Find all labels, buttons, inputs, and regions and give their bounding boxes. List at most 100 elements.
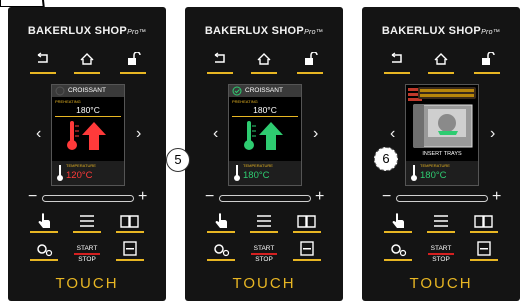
save-icon [123, 241, 137, 256]
manual-mode-button[interactable] [207, 211, 235, 233]
back-icon [391, 52, 402, 63]
manual-mode-button[interactable] [30, 211, 58, 233]
menu-button[interactable] [73, 211, 101, 233]
save-icon [477, 241, 491, 256]
menu-icon [434, 215, 448, 227]
temperature-label: TEMPERATURE [243, 163, 273, 168]
back-button[interactable] [384, 52, 410, 74]
next-arrow[interactable]: › [490, 125, 495, 143]
unlock-button[interactable] [297, 52, 323, 74]
check-icon [232, 86, 242, 96]
prev-arrow[interactable]: ‹ [36, 125, 41, 143]
oven-panel-2: BAKERLUX SHOPPro™ ‹ › CROISSANT PREHEATI… [185, 7, 343, 301]
menu-icon [80, 215, 94, 227]
plus-button[interactable]: + [138, 189, 147, 205]
temp-slider[interactable] [219, 195, 311, 202]
home-button[interactable] [74, 52, 100, 74]
home-icon [434, 53, 448, 65]
save-button[interactable] [470, 239, 498, 261]
book-icon [297, 215, 316, 228]
callout-box [0, 0, 44, 7]
plus-button[interactable]: + [492, 189, 501, 205]
book-icon [474, 215, 493, 228]
plus-button[interactable]: + [315, 189, 324, 205]
brand-logo: BAKERLUX SHOPPro™ [204, 25, 324, 37]
minus-button[interactable]: − [28, 189, 37, 205]
minus-button[interactable]: − [382, 189, 391, 205]
prev-arrow[interactable]: ‹ [213, 125, 218, 143]
up-arrow-icon [259, 122, 283, 150]
start-label: START [253, 245, 275, 252]
small-thermometer-icon [57, 165, 63, 181]
touch-logo: TOUCH [409, 275, 473, 292]
settings-button[interactable] [30, 239, 58, 261]
small-thermometer-icon [234, 165, 240, 181]
save-button[interactable] [293, 239, 321, 261]
display-screen: INSERT TRAYS TEMPERATURE 180°C [405, 84, 479, 186]
start-stop-button[interactable]: START STOP [426, 245, 456, 263]
brand-logo: BAKERLUX SHOPPro™ [27, 25, 147, 37]
brand-logo: BAKERLUX SHOPPro™ [381, 25, 501, 37]
temp-slider[interactable] [42, 195, 134, 202]
current-temperature: 180°C [243, 170, 270, 181]
settings-button[interactable] [207, 239, 235, 261]
back-button[interactable] [207, 52, 233, 74]
display-screen: CROISSANT PREHEATING 180°C TEMPERATURE 1… [228, 84, 302, 186]
temperature-panel: TEMPERATURE 180°C [406, 161, 478, 185]
back-icon [37, 52, 48, 63]
start-stop-button[interactable]: START STOP [72, 245, 102, 263]
display-screen: CROISSANT PREHEATING 180°C TEMPERATURE 1… [51, 84, 125, 186]
menu-button[interactable] [427, 211, 455, 233]
step-callout-5: 5 [166, 148, 190, 172]
recipe-book-button[interactable] [470, 211, 498, 233]
set-temperature: 180°C [76, 105, 100, 115]
home-button[interactable] [428, 52, 454, 74]
set-temperature: 180°C [253, 105, 277, 115]
book-icon [120, 215, 139, 228]
unlock-button[interactable] [120, 52, 146, 74]
temperature-label: TEMPERATURE [420, 163, 450, 168]
temperature-panel: TEMPERATURE 180°C [229, 161, 301, 185]
prev-arrow[interactable]: ‹ [390, 125, 395, 143]
temperature-panel: TEMPERATURE 120°C [52, 161, 124, 185]
home-icon [257, 53, 271, 65]
check-icon [55, 86, 65, 96]
hand-pointer-icon [392, 213, 404, 228]
current-temperature: 120°C [66, 170, 93, 181]
manual-mode-button[interactable] [384, 211, 412, 233]
temp-slider[interactable] [396, 195, 488, 202]
next-arrow[interactable]: › [313, 125, 318, 143]
save-button[interactable] [116, 239, 144, 261]
start-stop-button[interactable]: START STOP [249, 245, 279, 263]
unlock-icon [482, 52, 495, 65]
minus-button[interactable]: − [205, 189, 214, 205]
settings-button[interactable] [384, 239, 412, 261]
thermometer-icon [244, 121, 256, 150]
save-icon [300, 241, 314, 256]
menu-button[interactable] [250, 211, 278, 233]
home-button[interactable] [251, 52, 277, 74]
heating-graphic [244, 121, 283, 150]
tray-stack-icon [408, 87, 476, 101]
heating-graphic [67, 121, 106, 150]
unlock-button[interactable] [474, 52, 500, 74]
step-callout-6: 6 [374, 147, 398, 171]
product-name: CROISSANT [68, 87, 106, 94]
current-temperature: 180°C [420, 170, 447, 181]
touch-logo: TOUCH [55, 275, 119, 292]
temperature-label: TEMPERATURE [66, 163, 96, 168]
phase-label: PREHEATING [232, 99, 258, 104]
screen-header: CROISSANT [52, 85, 124, 97]
phase-label: PREHEATING [55, 99, 81, 104]
recipe-book-button[interactable] [293, 211, 321, 233]
back-button[interactable] [30, 52, 56, 74]
stop-label: STOP [255, 255, 273, 263]
next-arrow[interactable]: › [136, 125, 141, 143]
stop-label: STOP [432, 255, 450, 263]
unlock-icon [128, 52, 141, 65]
unlock-icon [305, 52, 318, 65]
small-thermometer-icon [411, 165, 417, 181]
gears-icon [214, 244, 230, 257]
recipe-book-button[interactable] [116, 211, 144, 233]
menu-icon [257, 215, 271, 227]
